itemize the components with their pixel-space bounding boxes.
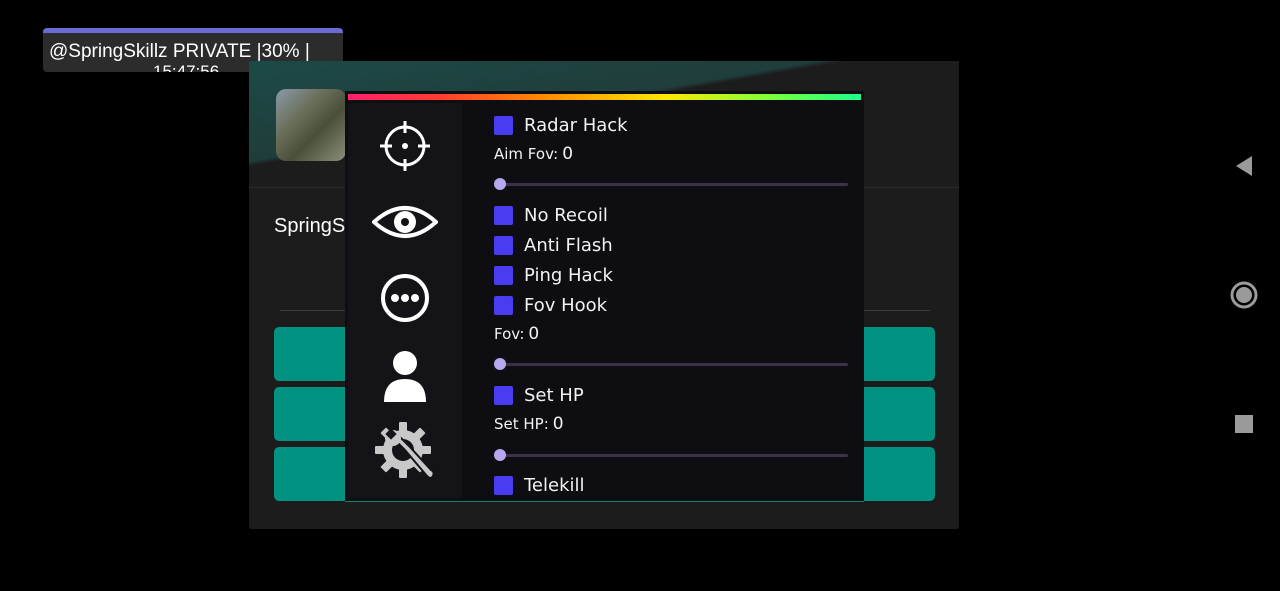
telekill-label: Telekill [524, 474, 585, 496]
fov-hook-checkbox[interactable] [494, 295, 513, 315]
set-hp-slider-track[interactable] [494, 454, 848, 457]
radar-hack-label: Radar Hack [524, 114, 628, 136]
set-hp-slider-label: Set HP: 0 [494, 414, 564, 434]
fov-slider[interactable] [494, 358, 848, 370]
anti-flash-label: Anti Flash [524, 234, 613, 256]
set-hp-slider[interactable] [494, 449, 848, 461]
anti-flash-checkbox[interactable] [494, 235, 513, 255]
user-icon[interactable] [348, 350, 462, 402]
set-hp-label: Set HP [524, 384, 584, 406]
set-hp-slider-thumb[interactable] [494, 449, 506, 461]
settings-wrench-icon[interactable] [348, 418, 462, 486]
crosshair-icon[interactable] [348, 120, 462, 172]
aim-fov-slider-thumb[interactable] [494, 178, 506, 190]
fov-label-text: Fov: [494, 325, 525, 343]
home-icon[interactable] [1228, 279, 1260, 311]
aim-fov-slider[interactable] [494, 178, 848, 190]
more-icon[interactable] [348, 273, 462, 323]
watermark-title: @SpringSkillz PRIVATE |30% | [49, 41, 310, 62]
app-avatar[interactable] [276, 89, 346, 161]
menu-sidebar [348, 103, 462, 498]
fov-value: 0 [528, 324, 540, 344]
ping-hack-label: Ping Hack [524, 264, 613, 286]
no-recoil-toggle[interactable]: No Recoil [494, 203, 608, 227]
app-name: SpringS [274, 215, 346, 237]
back-icon[interactable] [1228, 150, 1260, 182]
aim-fov-label: Aim Fov: 0 [494, 144, 573, 164]
aim-fov-slider-track[interactable] [494, 183, 848, 186]
watermark-accent-bar [43, 28, 343, 33]
fov-hook-toggle[interactable]: Fov Hook [494, 293, 607, 317]
set-hp-checkbox[interactable] [494, 385, 513, 405]
aim-fov-value: 0 [562, 144, 574, 164]
menu-content: Radar Hack Aim Fov: 0 No Recoil Anti Flas… [462, 103, 864, 501]
telekill-toggle[interactable]: Telekill [494, 473, 585, 497]
set-hp-slider-label-text: Set HP: [494, 415, 549, 433]
no-recoil-label: No Recoil [524, 204, 608, 226]
fov-slider-thumb[interactable] [494, 358, 506, 370]
anti-flash-toggle[interactable]: Anti Flash [494, 233, 613, 257]
rainbow-bar [348, 94, 861, 100]
telekill-checkbox[interactable] [494, 475, 513, 495]
radar-hack-toggle[interactable]: Radar Hack [494, 113, 628, 137]
set-hp-toggle[interactable]: Set HP [494, 383, 584, 407]
fov-hook-label: Fov Hook [524, 294, 608, 316]
no-recoil-checkbox[interactable] [494, 205, 513, 225]
set-hp-value: 0 [552, 414, 564, 434]
fov-slider-track[interactable] [494, 363, 848, 366]
fov-label: Fov: 0 [494, 324, 539, 344]
recents-icon[interactable] [1228, 408, 1260, 440]
ping-hack-toggle[interactable]: Ping Hack [494, 263, 613, 287]
ping-hack-checkbox[interactable] [494, 265, 513, 285]
mod-menu: Radar Hack Aim Fov: 0 No Recoil Anti Flas… [345, 91, 864, 502]
watermark-time: 15:47:56 [153, 62, 220, 72]
aim-fov-label-text: Aim Fov: [494, 145, 559, 163]
eye-icon[interactable] [348, 202, 462, 242]
radar-hack-checkbox[interactable] [494, 115, 513, 135]
